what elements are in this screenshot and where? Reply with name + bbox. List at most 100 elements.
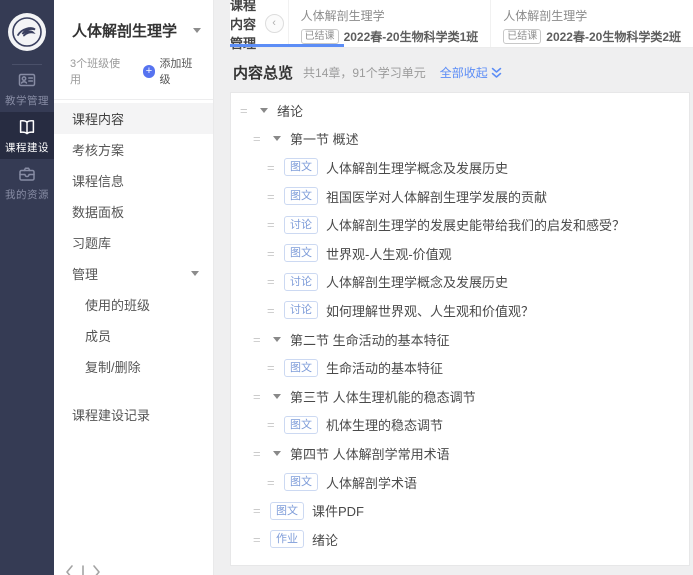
tab-class-1[interactable]: 人体解剖生理学 已结课 2022春-20生物科学类1班 bbox=[288, 0, 491, 47]
menu-item-copy-delete[interactable]: 复制/删除 bbox=[54, 351, 213, 382]
drawer-icon bbox=[17, 164, 37, 184]
caret-down-icon[interactable] bbox=[273, 451, 281, 456]
caret-down-icon[interactable] bbox=[273, 136, 281, 141]
unit-title: 祖国医学对人体解剖生理学发展的贡献 bbox=[326, 187, 547, 206]
drag-handle-icon[interactable]: = bbox=[267, 274, 280, 289]
unit-type-badge: 讨论 bbox=[284, 216, 318, 234]
class-name: 2022春-20生物科学类2班 bbox=[546, 28, 681, 45]
tab-class-2[interactable]: 人体解剖生理学 已结课 2022春-20生物科学类2班 bbox=[490, 0, 693, 47]
menu-item-management[interactable]: 管理 bbox=[54, 258, 213, 289]
menu-item-question-bank[interactable]: 习题库 bbox=[54, 227, 213, 258]
unit-title: 绪论 bbox=[312, 530, 338, 549]
active-tab-underline bbox=[230, 44, 344, 47]
menu-item-label: 成员 bbox=[85, 326, 111, 345]
unit-title: 人体解剖生理学的发展史能带给我们的启发和感受？ bbox=[326, 215, 625, 234]
book-icon bbox=[17, 117, 37, 137]
course-switcher[interactable]: 人体解剖生理学 bbox=[54, 0, 213, 41]
tree-row-unit[interactable]: = 图文 人体解剖学术语 bbox=[231, 468, 689, 497]
tree-row-section[interactable]: = 第一节 概述 bbox=[231, 125, 689, 154]
tab-bar: 课程内容管理 ‹ 人体解剖生理学 已结课 2022春-20生物科学类1班 人体解… bbox=[230, 0, 693, 48]
drag-handle-icon[interactable]: = bbox=[253, 446, 266, 461]
tree-row-unit[interactable]: = 作业 绪论 bbox=[231, 525, 689, 554]
menu-item-course-info[interactable]: 课程信息 bbox=[54, 165, 213, 196]
tree-row-chapter[interactable]: = 绪论 bbox=[231, 96, 689, 125]
rail-item-course-building[interactable]: 课程建设 bbox=[0, 112, 54, 159]
unit-title: 如何理解世界观、人生观和价值观？ bbox=[326, 301, 534, 320]
unit-type-badge: 图文 bbox=[284, 244, 318, 262]
menu-item-label: 习题库 bbox=[72, 233, 111, 252]
section-title: 第四节 人体解剖学常用术语 bbox=[290, 444, 450, 463]
app-window: 教学管理 课程建设 我的资源 人体解剖生理学 3个班级使用 + bbox=[0, 0, 693, 575]
status-badge: 已结课 bbox=[503, 29, 541, 44]
menu-item-label: 课程信息 bbox=[72, 171, 124, 190]
menu-item-classes-in-use[interactable]: 使用的班级 bbox=[54, 289, 213, 320]
tree-row-unit[interactable]: = 讨论 人体解剖生理学概念及发展历史 bbox=[231, 268, 689, 297]
collapse-all-link[interactable]: 全部收起 bbox=[440, 64, 502, 81]
tree-row-unit[interactable]: = 讨论 如何理解世界观、人生观和价值观？ bbox=[231, 296, 689, 325]
unit-title: 机体生理的稳态调节 bbox=[326, 415, 443, 434]
tree-row-section[interactable]: = 第二节 生命活动的基本特征 bbox=[231, 325, 689, 354]
tree-row-unit[interactable]: = 图文 生命活动的基本特征 bbox=[231, 353, 689, 382]
tree-row-section[interactable]: = 第四节 人体解剖学常用术语 bbox=[231, 439, 689, 468]
caret-down-icon[interactable] bbox=[260, 108, 268, 113]
section-title: 第三节 人体生理机能的稳态调节 bbox=[290, 387, 476, 406]
drag-handle-icon[interactable]: = bbox=[253, 389, 266, 404]
rail-item-my-resources[interactable]: 我的资源 bbox=[0, 159, 54, 206]
drag-handle-icon[interactable]: = bbox=[267, 360, 280, 375]
menu-item-members[interactable]: 成员 bbox=[54, 320, 213, 351]
unit-type-badge: 作业 bbox=[270, 530, 304, 548]
caret-down-icon[interactable] bbox=[273, 337, 281, 342]
drag-handle-icon[interactable]: = bbox=[267, 160, 280, 175]
drag-handle-icon[interactable]: = bbox=[267, 217, 280, 232]
collapse-all-label: 全部收起 bbox=[440, 64, 488, 81]
tree-row-unit[interactable]: = 讨论 人体解剖生理学的发展史能带给我们的启发和感受？ bbox=[231, 210, 689, 239]
section-title: 第一节 概述 bbox=[290, 129, 359, 148]
tab-scroll-left-button[interactable]: ‹ bbox=[265, 14, 284, 33]
tab-course-content-management[interactable]: 课程内容管理 bbox=[230, 0, 262, 47]
rail-item-label: 教学管理 bbox=[5, 93, 49, 108]
class-usage-row: 3个班级使用 + 添加班级 bbox=[54, 55, 213, 100]
add-class-button[interactable]: + 添加班级 bbox=[143, 55, 203, 87]
drag-handle-icon[interactable]: = bbox=[253, 332, 266, 347]
unit-type-badge: 讨论 bbox=[284, 273, 318, 291]
menu-item-label: 课程内容 bbox=[72, 109, 124, 128]
drag-handle-icon[interactable]: = bbox=[267, 475, 280, 490]
unit-type-badge: 图文 bbox=[284, 158, 318, 176]
menu-item-assessment-plan[interactable]: 考核方案 bbox=[54, 134, 213, 165]
overview-title: 内容总览 bbox=[233, 62, 293, 83]
tree-row-unit[interactable]: = 图文 课件PDF bbox=[231, 496, 689, 525]
caret-down-icon[interactable] bbox=[273, 394, 281, 399]
chapter-title: 绪论 bbox=[277, 101, 303, 120]
double-chevron-down-icon bbox=[491, 67, 502, 79]
drag-handle-icon[interactable]: = bbox=[267, 303, 280, 318]
menu-item-data-dashboard[interactable]: 数据面板 bbox=[54, 196, 213, 227]
status-badge: 已结课 bbox=[301, 29, 339, 44]
tree-row-unit[interactable]: = 图文 祖国医学对人体解剖生理学发展的贡献 bbox=[231, 182, 689, 211]
drag-handle-icon[interactable]: = bbox=[267, 246, 280, 261]
tab-course-name: 人体解剖生理学 bbox=[503, 7, 681, 24]
unit-title: 人体解剖生理学概念及发展历史 bbox=[326, 158, 508, 177]
tree-row-section[interactable]: = 第三节 人体生理机能的稳态调节 bbox=[231, 382, 689, 411]
menu-item-label: 数据面板 bbox=[72, 202, 124, 221]
menu-item-course-content[interactable]: 课程内容 bbox=[54, 103, 213, 134]
tree-row-unit[interactable]: = 图文 机体生理的稳态调节 bbox=[231, 411, 689, 440]
drag-handle-icon[interactable]: = bbox=[267, 189, 280, 204]
unit-title: 人体解剖学术语 bbox=[326, 473, 417, 492]
collapse-sidebar-icon[interactable] bbox=[64, 564, 102, 575]
chevron-down-icon bbox=[193, 28, 201, 33]
id-card-icon bbox=[17, 70, 37, 90]
rail-item-teaching[interactable]: 教学管理 bbox=[0, 65, 54, 112]
drag-handle-icon[interactable]: = bbox=[253, 503, 266, 518]
classes-count: 3个班级使用 bbox=[70, 55, 131, 87]
drag-handle-icon[interactable]: = bbox=[253, 532, 266, 547]
menu-item-build-record[interactable]: 课程建设记录 bbox=[54, 399, 213, 430]
school-logo[interactable] bbox=[7, 12, 47, 52]
drag-handle-icon[interactable]: = bbox=[253, 131, 266, 146]
tree-row-unit[interactable]: = 图文 人体解剖生理学概念及发展历史 bbox=[231, 153, 689, 182]
content-overview-header: 内容总览 共14章，91个学习单元 全部收起 bbox=[233, 61, 502, 83]
tree-row-unit[interactable]: = 图文 世界观-人生观-价值观 bbox=[231, 239, 689, 268]
overview-summary: 共14章，91个学习单元 bbox=[303, 64, 426, 81]
drag-handle-icon[interactable]: = bbox=[267, 417, 280, 432]
class-name: 2022春-20生物科学类1班 bbox=[344, 28, 479, 45]
drag-handle-icon[interactable]: = bbox=[240, 103, 253, 118]
